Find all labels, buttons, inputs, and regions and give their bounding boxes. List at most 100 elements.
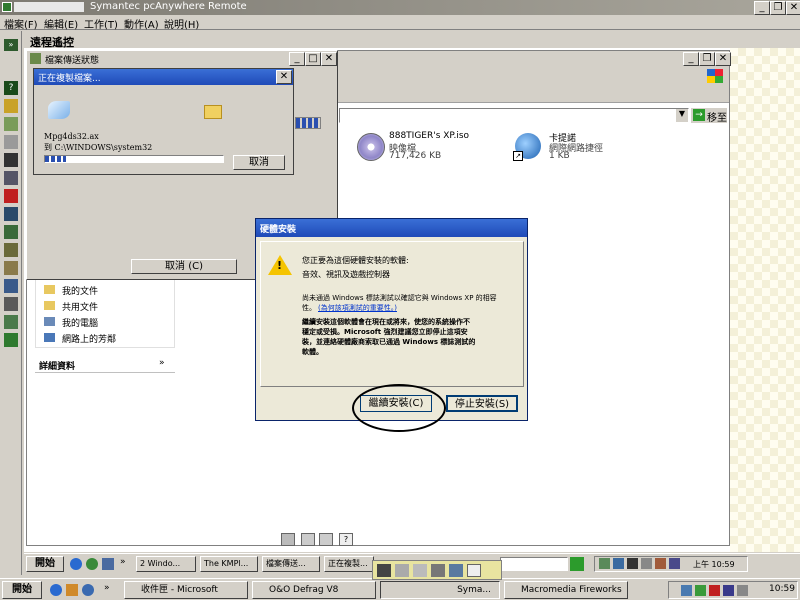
local-tray-icon-c[interactable]: [709, 585, 720, 596]
explorer-close-button[interactable]: ✕: [715, 52, 731, 66]
float-draw-icon[interactable]: [431, 564, 445, 577]
monitor-icon[interactable]: [4, 207, 18, 221]
settings-icon[interactable]: [4, 243, 18, 257]
copy-cancel-button[interactable]: 取消: [233, 155, 285, 170]
local-task-defrag[interactable]: O&O Defrag V8 Professio...: [252, 581, 376, 599]
transfer-minimize-button[interactable]: _: [289, 52, 305, 66]
quick-launch-ie-icon[interactable]: [70, 558, 82, 570]
local-task-defrag-label: O&O Defrag V8 Professio...: [269, 585, 339, 595]
address-field[interactable]: ▼: [339, 108, 689, 123]
minimize-button[interactable]: _: [754, 1, 770, 15]
remote-task-1[interactable]: 2 Windo...: [136, 556, 196, 572]
local-more-icon[interactable]: »: [104, 583, 110, 593]
tray-icon-a[interactable]: [599, 558, 610, 569]
remote-task-3[interactable]: 檔案傳送...: [262, 556, 320, 572]
transfer-cancel-button[interactable]: 取消 (C): [131, 259, 237, 274]
remote-search-field[interactable]: [500, 557, 568, 571]
tray-icon-b[interactable]: [613, 558, 624, 569]
help-small-icon[interactable]: ?: [339, 533, 353, 546]
place-my-documents[interactable]: 我的文件: [62, 284, 98, 297]
copy-cancel-label: 取消: [249, 157, 269, 168]
title-placeholder-field: [14, 2, 84, 12]
local-start-button[interactable]: 開始: [2, 581, 42, 599]
menu-help[interactable]: 說明(H): [164, 16, 199, 31]
hardware-line2: 尚未通過 Windows 標誌測試以確認它與 Windows XP 的相容: [302, 294, 497, 302]
tray-icon-f[interactable]: [669, 558, 680, 569]
transfer-close-button[interactable]: ✕: [321, 52, 337, 66]
local-task-symantec[interactable]: Syma...: [380, 581, 500, 599]
remote-task-2[interactable]: The KMPl...: [200, 556, 258, 572]
help-icon[interactable]: ?: [4, 81, 18, 95]
file-item-shortcut[interactable]: ↗ 卡提諾 網際網路捷徑 1 KB: [513, 131, 643, 171]
local-ie-icon[interactable]: [50, 584, 62, 596]
quick-launch-more-icon[interactable]: »: [120, 557, 126, 567]
clipboard-icon[interactable]: [4, 261, 18, 275]
copy-close-button[interactable]: ✕: [276, 70, 292, 84]
float-help-icon[interactable]: [467, 564, 481, 577]
tray-icon-c[interactable]: [627, 558, 638, 569]
record-icon[interactable]: [4, 333, 18, 347]
place-shared-documents[interactable]: 共用文件: [62, 300, 98, 313]
quick-launch-media-icon[interactable]: [86, 558, 98, 570]
explorer-minimize-button[interactable]: _: [683, 52, 699, 66]
local-tray-icon-a[interactable]: [681, 585, 692, 596]
hardware-line1: 您正要為這個硬體安裝的軟體:: [302, 256, 409, 265]
local-task-fireworks[interactable]: Macromedia Fireworks M...: [504, 581, 628, 599]
warning-line-2: 穩定或受損。Microsoft 強烈建議您立即停止這項安: [302, 328, 468, 336]
print-icon[interactable]: [4, 297, 18, 311]
remote-task-4[interactable]: 正在複製...: [324, 556, 374, 572]
place-network[interactable]: 網路上的芳鄰: [62, 332, 116, 345]
menu-file[interactable]: 檔案(F): [4, 16, 38, 31]
transfer-title-bar: 檔案傳送狀態 _ □ ✕: [27, 51, 337, 67]
file-name: 888TIGER's XP.iso: [389, 131, 470, 141]
float-pen-icon[interactable]: [413, 564, 427, 577]
local-app-icon[interactable]: [82, 584, 94, 596]
network-icon[interactable]: [4, 315, 18, 329]
expand-icon[interactable]: »: [4, 39, 18, 51]
float-window-icon[interactable]: [449, 564, 463, 577]
address-dropdown-icon[interactable]: ▼: [676, 109, 688, 122]
menu-tasks[interactable]: 工作(T): [84, 16, 118, 31]
quick-launch-outlook-icon[interactable]: [102, 558, 114, 570]
keyboard-small-icon[interactable]: [281, 533, 295, 546]
go-button[interactable]: → 移至: [691, 108, 727, 124]
menu-action[interactable]: 動作(A): [124, 16, 159, 31]
grid-icon[interactable]: [4, 225, 18, 239]
local-tray-icon-d[interactable]: [723, 585, 734, 596]
remote-start-button[interactable]: 開始: [26, 556, 64, 572]
remote-go-icon[interactable]: [570, 557, 584, 571]
file-item-iso[interactable]: 888TIGER's XP.iso 映像檔 717,426 KB: [355, 131, 485, 171]
copy-dialog: 正在複製檔案... ✕ Mpg4ds32.ax 到 C:\WINDOWS\sys…: [33, 68, 294, 175]
explorer-restore-button[interactable]: ❐: [699, 52, 715, 66]
window-icon[interactable]: [4, 279, 18, 293]
float-keyboard-icon[interactable]: [395, 564, 409, 577]
details-panel-header[interactable]: 詳細資料 »: [35, 357, 175, 373]
screen-icon[interactable]: [4, 153, 18, 167]
stop-install-button[interactable]: 停止安裝(S): [446, 395, 518, 412]
tray-icon-e[interactable]: [655, 558, 666, 569]
restore-button[interactable]: ❐: [770, 1, 786, 15]
shortcut-arrow-icon: ↗: [513, 151, 523, 161]
float-screen-icon[interactable]: [377, 564, 391, 577]
place-my-computer[interactable]: 我的電腦: [62, 316, 98, 329]
local-taskbar: 開始 » 收件匣 - Microsoft Outlook O&O Defrag …: [0, 578, 800, 600]
transfer-cancel-label: 取消 (C): [165, 261, 203, 272]
local-task-outlook[interactable]: 收件匣 - Microsoft Outlook: [124, 581, 248, 599]
menu-edit[interactable]: 編輯(E): [44, 16, 78, 31]
transfer-restore-button[interactable]: □: [305, 52, 321, 66]
keyboard-icon[interactable]: [4, 135, 18, 149]
network-places-icon: [44, 333, 55, 342]
local-tray-icon-e[interactable]: [737, 585, 748, 596]
local-media-icon[interactable]: [66, 584, 78, 596]
copy-progress-fill: [45, 156, 67, 162]
pencil-icon[interactable]: [319, 533, 333, 546]
local-tray-icon-b[interactable]: [695, 585, 706, 596]
disconnect-icon[interactable]: [4, 189, 18, 203]
hardware-info-link[interactable]: (為何該項測試的重要性。): [318, 303, 397, 313]
refresh-icon[interactable]: [4, 171, 18, 185]
pen-icon[interactable]: [301, 533, 315, 546]
tray-icon-d[interactable]: [641, 558, 652, 569]
close-button[interactable]: ✕: [786, 1, 800, 15]
chat-icon[interactable]: [4, 99, 18, 113]
file-transfer-icon[interactable]: [4, 117, 18, 131]
